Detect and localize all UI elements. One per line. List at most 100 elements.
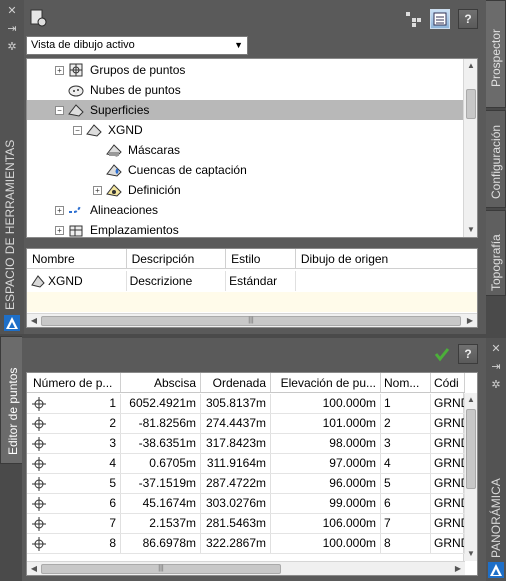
cell-easting[interactable]: 86.6978m xyxy=(121,534,201,553)
close-icon[interactable]: ✕ xyxy=(4,4,20,18)
table-row[interactable]: 645.1674m303.0276m99.000m6GRND xyxy=(27,494,465,514)
cell-name[interactable]: 7 xyxy=(381,514,431,533)
close-icon[interactable]: ✕ xyxy=(488,342,504,356)
scroll-up-icon[interactable]: ▲ xyxy=(464,393,477,407)
column-header[interactable]: Dibujo de origen xyxy=(296,249,477,268)
cell-easting[interactable]: 2.1537m xyxy=(121,514,201,533)
cell-northing[interactable]: 317.8423m xyxy=(201,434,271,453)
scroll-thumb[interactable]: ||| xyxy=(41,316,461,326)
scroll-thumb[interactable] xyxy=(466,89,476,119)
cell-code[interactable]: GRND xyxy=(431,454,465,473)
cell-northing[interactable]: 322.2867m xyxy=(201,534,271,553)
table-row[interactable]: 72.1537m281.5463m106.000m7GRND xyxy=(27,514,465,534)
cell-code[interactable]: GRND xyxy=(431,534,465,553)
scroll-right-icon[interactable]: ▶ xyxy=(451,562,465,575)
table-row[interactable]: 886.6978m322.2867m100.000m8GRND xyxy=(27,534,465,554)
cell-northing[interactable]: 303.0276m xyxy=(201,494,271,513)
cell-code[interactable]: GRND xyxy=(431,474,465,493)
cell-easting[interactable]: -38.6351m xyxy=(121,434,201,453)
scroll-down-icon[interactable]: ▼ xyxy=(464,547,477,561)
tree-item[interactable]: + Grupos de puntos xyxy=(27,60,463,80)
scroll-thumb[interactable]: ||| xyxy=(41,564,281,574)
document-settings-icon[interactable] xyxy=(28,8,48,28)
scroll-up-icon[interactable]: ▲ xyxy=(464,59,477,73)
scroll-right-icon[interactable]: ▶ xyxy=(463,314,477,327)
column-header[interactable]: Códi xyxy=(431,373,465,392)
tree-item[interactable]: + Definición xyxy=(27,180,463,200)
column-header[interactable]: Elevación de pu... xyxy=(271,373,381,392)
cell-easting[interactable]: -81.8256m xyxy=(121,414,201,433)
autohide-icon[interactable]: ⇥ xyxy=(4,22,20,36)
tree-item[interactable]: Cuencas de captación xyxy=(27,160,463,180)
list-horizontal-scrollbar[interactable]: ◀ ||| ▶ xyxy=(27,313,477,327)
tree-item[interactable]: Máscaras xyxy=(27,140,463,160)
tree-item[interactable]: − Superficies xyxy=(27,100,463,120)
cell-name[interactable]: 3 xyxy=(381,434,431,453)
column-header[interactable]: Abscisa xyxy=(121,373,201,392)
cell-northing[interactable]: 281.5463m xyxy=(201,514,271,533)
cell-elevation[interactable]: 100.000m xyxy=(271,394,381,413)
cell-elevation[interactable]: 100.000m xyxy=(271,534,381,553)
cell-code[interactable]: GRND xyxy=(431,394,465,413)
help-button-editor[interactable]: ? xyxy=(458,344,478,364)
cell-code[interactable]: GRND xyxy=(431,514,465,533)
properties-gear-icon[interactable]: ✲ xyxy=(4,40,20,54)
cell-elevation[interactable]: 96.000m xyxy=(271,474,381,493)
cell-northing[interactable]: 311.9164m xyxy=(201,454,271,473)
cell-elevation[interactable]: 98.000m xyxy=(271,434,381,453)
cell-name[interactable]: 2 xyxy=(381,414,431,433)
table-row[interactable]: 2-81.8256m274.4437m101.000m2GRND xyxy=(27,414,465,434)
table-row[interactable]: 3-38.6351m317.8423m98.000m3GRND xyxy=(27,434,465,454)
column-header[interactable]: Ordenada xyxy=(201,373,271,392)
cell-northing[interactable]: 287.4722m xyxy=(201,474,271,493)
column-header[interactable]: Estilo xyxy=(226,249,296,268)
view-selector-dropdown[interactable]: Vista de dibujo activo ▼ xyxy=(26,36,248,55)
collapse-icon[interactable]: − xyxy=(55,105,64,115)
tree-item[interactable]: − XGND xyxy=(27,120,463,140)
cell-elevation[interactable]: 99.000m xyxy=(271,494,381,513)
tab-configuracion[interactable]: Configuración xyxy=(486,110,506,208)
column-header[interactable]: Nom... xyxy=(381,373,431,392)
autohide-icon[interactable]: ⇥ xyxy=(488,360,504,374)
tree-item[interactable]: Nubes de puntos xyxy=(27,80,463,100)
tab-point-editor[interactable]: Editor de puntos xyxy=(0,336,22,464)
list-view-button[interactable] xyxy=(430,9,450,29)
cell-northing[interactable]: 305.8137m xyxy=(201,394,271,413)
cell-easting[interactable]: -37.1519m xyxy=(121,474,201,493)
cell-elevation[interactable]: 97.000m xyxy=(271,454,381,473)
expand-icon[interactable]: + xyxy=(55,205,64,215)
cell-easting[interactable]: 6052.4921m xyxy=(121,394,201,413)
cell-elevation[interactable]: 101.000m xyxy=(271,414,381,433)
table-row[interactable]: 5-37.1519m287.4722m96.000m5GRND xyxy=(27,474,465,494)
apply-button[interactable] xyxy=(432,344,452,364)
help-button[interactable]: ? xyxy=(458,9,478,29)
item-view-toggle-icon[interactable] xyxy=(404,10,422,28)
scroll-down-icon[interactable]: ▼ xyxy=(464,223,477,237)
cell-elevation[interactable]: 106.000m xyxy=(271,514,381,533)
scroll-left-icon[interactable]: ◀ xyxy=(27,562,41,575)
cell-name[interactable]: 1 xyxy=(381,394,431,413)
table-row[interactable]: 40.6705m311.9164m97.000m4GRND xyxy=(27,454,465,474)
tab-topografia[interactable]: Topografía xyxy=(486,210,506,296)
cell-code[interactable]: GRND xyxy=(431,434,465,453)
scroll-thumb[interactable] xyxy=(466,409,476,489)
grid-vertical-scrollbar[interactable]: ▲ ▼ xyxy=(463,393,477,561)
tree-vertical-scrollbar[interactable]: ▲ ▼ xyxy=(463,59,477,237)
cell-name[interactable]: 8 xyxy=(381,534,431,553)
cell-name[interactable]: 4 xyxy=(381,454,431,473)
cell-name[interactable]: 6 xyxy=(381,494,431,513)
cell-code[interactable]: GRND xyxy=(431,494,465,513)
grid-horizontal-scrollbar[interactable]: ◀ ||| ▶ xyxy=(27,561,465,575)
cell-name[interactable]: 5 xyxy=(381,474,431,493)
expand-icon[interactable]: + xyxy=(55,65,64,75)
list-item[interactable]: XGND Descrizione Estándar xyxy=(27,271,477,291)
cell-code[interactable]: GRND xyxy=(431,414,465,433)
properties-gear-icon[interactable]: ✲ xyxy=(488,378,504,392)
expand-icon[interactable]: + xyxy=(55,225,64,235)
expand-icon[interactable]: + xyxy=(93,185,102,195)
tab-prospector[interactable]: Prospector xyxy=(486,0,506,108)
column-header[interactable]: Descripción xyxy=(127,249,227,268)
cell-northing[interactable]: 274.4437m xyxy=(201,414,271,433)
column-header[interactable]: Nombre xyxy=(27,249,127,268)
scroll-left-icon[interactable]: ◀ xyxy=(27,314,41,327)
